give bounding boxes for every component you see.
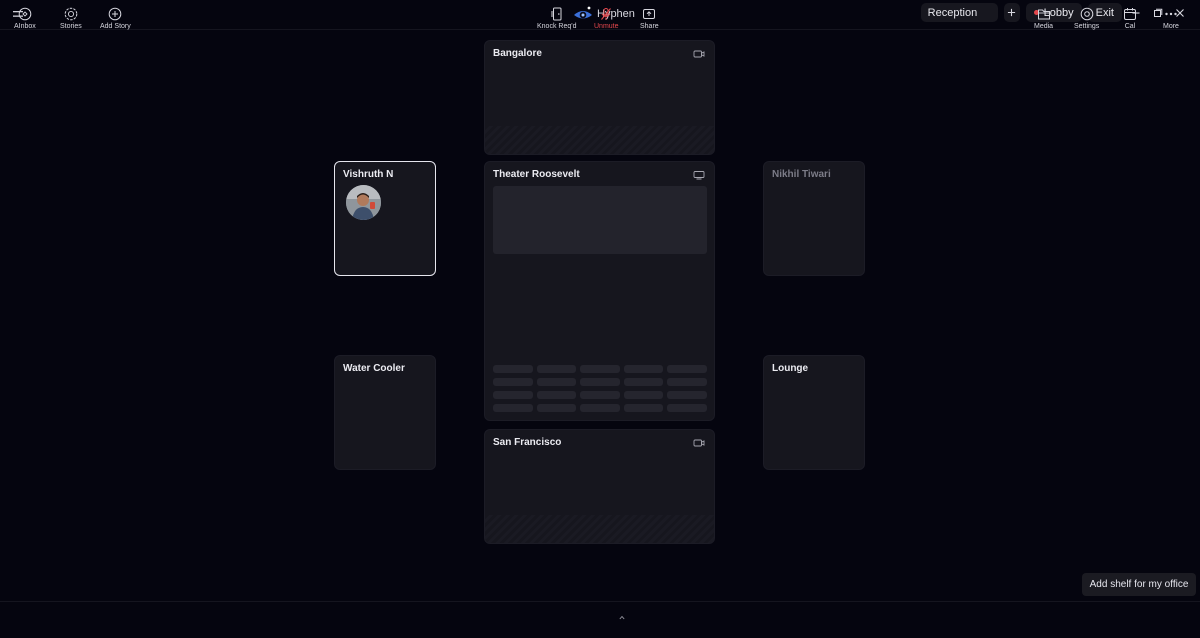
room-vishruth-n[interactable]: Vishruth N <box>334 161 436 276</box>
room-theater-roosevelt[interactable]: Theater Roosevelt <box>484 161 715 421</box>
screen-icon <box>693 171 705 180</box>
seat[interactable] <box>580 391 620 399</box>
seat[interactable] <box>536 391 577 399</box>
room-title: Bangalore <box>493 48 542 59</box>
camera-icon <box>693 439 705 447</box>
stories-label: Stories <box>60 23 82 30</box>
add-shelf-tooltip[interactable]: Add shelf for my office <box>1082 573 1196 596</box>
settings-button[interactable]: Settings <box>1074 7 1099 30</box>
seat[interactable] <box>493 378 533 386</box>
seat[interactable] <box>667 365 707 373</box>
seat[interactable] <box>493 365 533 373</box>
room-floor <box>485 515 714 543</box>
more-button[interactable]: More <box>1163 7 1179 30</box>
room-bangalore[interactable]: Bangalore <box>484 40 715 155</box>
add-story-icon <box>109 7 122 21</box>
knock-icon <box>551 7 562 21</box>
seat[interactable] <box>493 391 533 399</box>
stories-button[interactable]: Stories <box>60 7 82 30</box>
room-title: Nikhil Tiwari <box>772 169 831 180</box>
room-title: Water Cooler <box>343 363 405 374</box>
chevron-up-icon[interactable] <box>619 615 625 620</box>
room-nikhil-tiwari[interactable]: Nikhil Tiwari <box>763 161 865 276</box>
seat[interactable] <box>623 378 664 386</box>
seat[interactable] <box>667 391 707 399</box>
more-label: More <box>1163 23 1179 30</box>
room-title: San Francisco <box>493 437 562 448</box>
media-button[interactable]: Media <box>1034 7 1053 30</box>
settings-label: Settings <box>1074 23 1100 30</box>
cal-label: Cal <box>1124 23 1136 30</box>
seat[interactable] <box>536 378 577 386</box>
knock-button[interactable]: Knock Req'd <box>537 7 576 30</box>
unmute-button[interactable]: Unmute <box>594 7 619 30</box>
cal-button[interactable]: Cal <box>1123 7 1137 30</box>
media-label: Media <box>1034 23 1054 30</box>
room-title: Vishruth N <box>343 169 394 180</box>
seat[interactable] <box>667 404 707 412</box>
seat[interactable] <box>536 404 577 412</box>
ainbox-icon <box>18 7 32 21</box>
seat[interactable] <box>623 404 664 412</box>
share-label: Share <box>640 23 659 30</box>
seat[interactable] <box>580 404 620 412</box>
room-floor <box>485 126 714 154</box>
more-icon <box>1165 12 1177 16</box>
seat[interactable] <box>536 365 577 373</box>
room-title: Theater Roosevelt <box>493 169 580 180</box>
ainbox-button[interactable]: AInbox <box>14 7 36 30</box>
room-title: Lounge <box>772 363 809 374</box>
add-button[interactable] <box>1003 3 1020 22</box>
ainbox-label: AInbox <box>14 23 36 30</box>
plus-icon <box>1008 8 1016 17</box>
share-button[interactable]: Share <box>640 7 659 30</box>
knock-label: Knock Req'd <box>537 23 577 30</box>
room-water-cooler[interactable]: Water Cooler <box>334 355 436 470</box>
stories-icon <box>64 7 78 21</box>
seat[interactable] <box>667 378 707 386</box>
theater-screen <box>493 186 707 254</box>
mic-muted-icon <box>601 8 612 20</box>
add-story-label: Add Story <box>100 23 131 30</box>
unmute-label: Unmute <box>594 23 619 30</box>
room-san-francisco[interactable]: San Francisco <box>484 429 715 544</box>
top-right-controls: Reception Lobby Exit <box>920 3 1188 22</box>
seat[interactable] <box>623 365 664 373</box>
seat[interactable] <box>623 391 664 399</box>
avatar[interactable] <box>346 185 381 220</box>
reception-button[interactable]: Reception <box>920 3 998 22</box>
media-icon <box>1037 9 1050 20</box>
seat[interactable] <box>493 404 533 412</box>
seat[interactable] <box>580 378 620 386</box>
theater-seats <box>493 365 707 412</box>
seat[interactable] <box>580 365 620 373</box>
settings-icon <box>1080 7 1093 21</box>
calendar-icon <box>1124 8 1136 20</box>
share-icon <box>643 9 656 19</box>
room-lounge[interactable]: Lounge <box>763 355 865 470</box>
bottom-toolbar <box>0 601 1200 638</box>
add-story-button[interactable]: Add Story <box>100 7 131 30</box>
camera-icon <box>693 50 705 58</box>
